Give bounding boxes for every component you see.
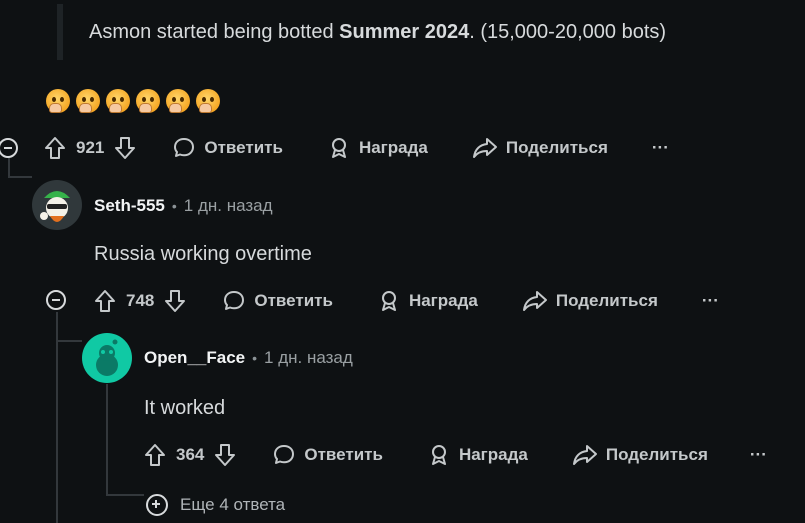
quote-bar	[57, 4, 63, 60]
score: 364	[176, 445, 205, 464]
upvote-icon[interactable]	[144, 443, 166, 467]
thread-line	[106, 384, 108, 496]
comment-bubble-icon	[274, 445, 295, 464]
upvote-icon[interactable]	[94, 289, 116, 313]
collapse-thread-button[interactable]	[46, 290, 66, 310]
thread-line	[8, 158, 10, 178]
award-button[interactable]: Награда	[427, 443, 528, 467]
award-button[interactable]: Награда	[377, 289, 478, 313]
comment-action-bar: 364 Ответить Награда Поделиться ···	[144, 440, 767, 470]
more-replies-link[interactable]: Еще 4 ответа	[146, 494, 285, 516]
more-options-button[interactable]: ···	[750, 445, 767, 465]
reply-label: Ответить	[304, 445, 383, 464]
reply-button[interactable]: Ответить	[272, 443, 383, 467]
separator-dot: •	[171, 198, 177, 214]
comment-action-bar: 748 Ответить Награда Поделиться ···	[94, 286, 719, 316]
avatar[interactable]	[82, 333, 132, 383]
timestamp: 1 дн. назад	[183, 196, 273, 215]
comment-meta: Seth-555 • 1 дн. назад	[94, 196, 273, 216]
screaming-emoji: 😱	[106, 89, 130, 113]
share-icon	[522, 291, 547, 311]
award-icon	[381, 291, 396, 311]
screaming-emoji: 😱	[136, 89, 160, 113]
share-icon	[572, 445, 597, 465]
reply-label: Ответить	[254, 291, 333, 310]
downvote-icon[interactable]	[114, 136, 136, 160]
upvote-icon[interactable]	[44, 136, 66, 160]
share-button[interactable]: Поделиться	[522, 289, 658, 313]
reply-label: Ответить	[204, 138, 283, 157]
downvote-icon[interactable]	[214, 443, 236, 467]
more-replies-label: Еще 4 ответа	[180, 495, 286, 514]
score: 748	[126, 291, 155, 310]
reply-button[interactable]: Ответить	[172, 136, 283, 160]
quote-bold: Summer 2024	[339, 21, 470, 43]
username[interactable]: Open__Face	[144, 348, 245, 368]
award-label: Награда	[358, 138, 428, 157]
comment-meta: Open__Face • 1 дн. назад	[144, 348, 353, 368]
share-label: Поделиться	[555, 291, 658, 310]
comment-text: Russia working overtime	[94, 243, 312, 265]
thread-line	[106, 494, 144, 496]
timestamp: 1 дн. назад	[264, 348, 353, 367]
share-icon	[472, 138, 497, 158]
share-label: Поделиться	[505, 138, 608, 157]
comment-bubble-icon	[224, 291, 245, 310]
comment-bubble-icon	[174, 138, 195, 157]
quoted-text: Asmon started being botted Summer 2024. …	[89, 21, 666, 44]
award-label: Награда	[458, 445, 528, 464]
award-label: Награда	[408, 291, 478, 310]
quote-suffix: . (15,000-20,000 bots)	[469, 21, 667, 43]
collapse-thread-button[interactable]	[0, 138, 18, 158]
comment-action-bar: 921 Ответить Награда Поделиться ···	[44, 133, 669, 163]
share-label: Поделиться	[605, 445, 708, 464]
award-icon	[331, 138, 346, 158]
avatar[interactable]	[32, 180, 82, 230]
award-icon	[431, 445, 446, 465]
screaming-emoji: 😱	[196, 89, 220, 113]
thread-line	[56, 340, 82, 342]
more-options-button[interactable]: ···	[652, 138, 669, 158]
plus-circle-icon	[146, 494, 168, 516]
comment-text: It worked	[144, 397, 226, 419]
share-button[interactable]: Поделиться	[472, 136, 608, 160]
more-options-button[interactable]: ···	[702, 291, 719, 311]
thread-line	[8, 176, 32, 178]
screaming-emoji: 😱	[166, 89, 190, 113]
downvote-icon[interactable]	[164, 289, 186, 313]
award-button[interactable]: Награда	[327, 136, 428, 160]
separator-dot: •	[252, 350, 258, 366]
emoji-row: 😱 😱 😱 😱 😱 😱	[46, 89, 220, 113]
quote-prefix: Asmon started being botted	[89, 21, 340, 43]
reply-button[interactable]: Ответить	[222, 289, 333, 313]
score: 921	[76, 138, 105, 157]
share-button[interactable]: Поделиться	[572, 443, 708, 467]
screaming-emoji: 😱	[76, 89, 100, 113]
thread-line	[56, 312, 58, 523]
screaming-emoji: 😱	[46, 89, 70, 113]
username[interactable]: Seth-555	[94, 196, 165, 216]
